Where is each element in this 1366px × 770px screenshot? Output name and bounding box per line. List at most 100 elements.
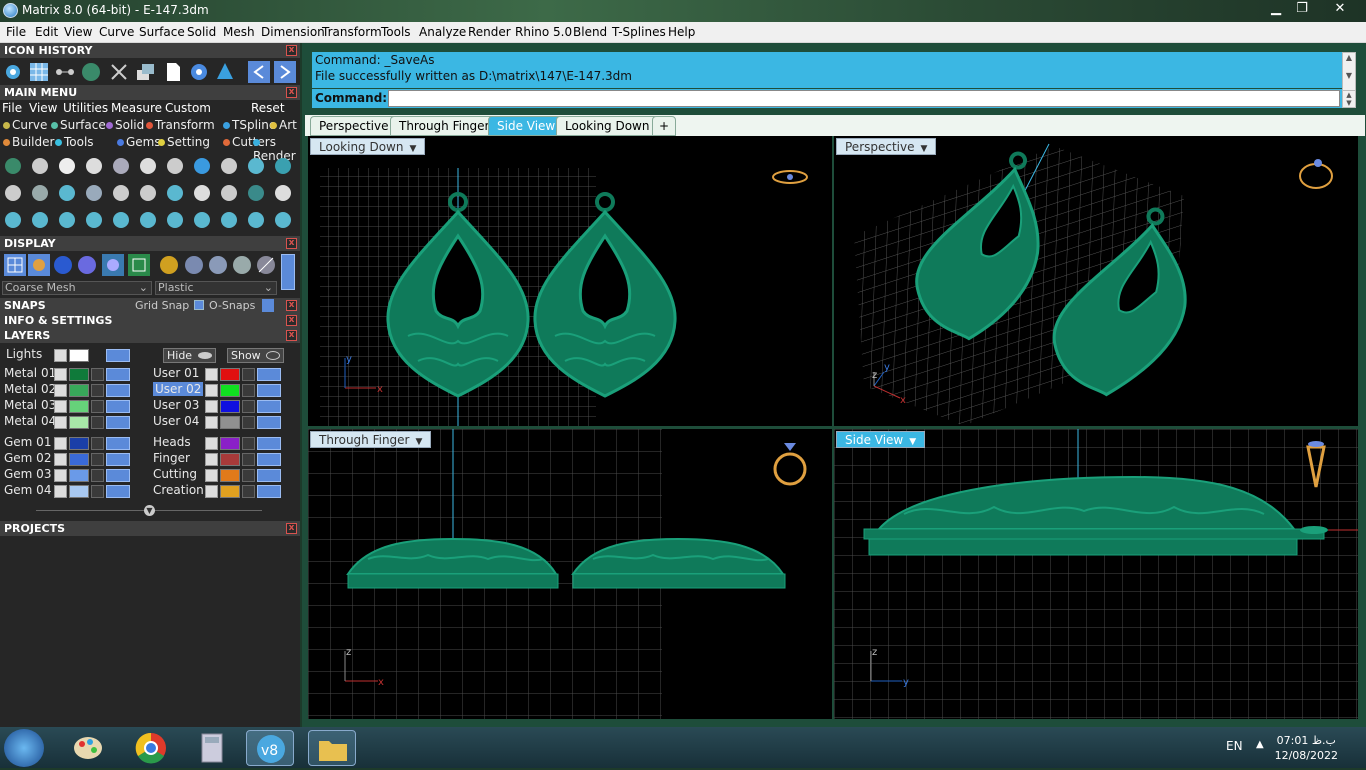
looking-down-canvas[interactable]: x y bbox=[308, 136, 832, 426]
lock-icon[interactable] bbox=[242, 416, 255, 429]
viewport-label-side-view[interactable]: Side View ▼ bbox=[836, 431, 926, 448]
mm-tab-view[interactable]: View bbox=[29, 101, 57, 115]
shaded-sphere-icon[interactable] bbox=[52, 254, 74, 276]
clapper-icon[interactable] bbox=[56, 182, 78, 204]
through-finger-canvas[interactable]: x z bbox=[308, 429, 832, 719]
back-arrow-icon[interactable] bbox=[248, 61, 270, 83]
expand-arrow-icon[interactable] bbox=[205, 416, 218, 429]
close-icon[interactable]: x bbox=[286, 523, 297, 534]
mirror-icon[interactable] bbox=[218, 209, 240, 231]
expand-arrow-icon[interactable] bbox=[54, 400, 67, 413]
category-solid[interactable]: Solid bbox=[106, 118, 144, 132]
start-button[interactable] bbox=[4, 729, 44, 767]
matrix-app-icon[interactable]: v8 bbox=[246, 730, 294, 766]
layer-name[interactable]: Metal 02 bbox=[4, 382, 56, 396]
arc-icon[interactable] bbox=[29, 209, 51, 231]
viewport-label-looking-down[interactable]: Looking Down ▼ bbox=[310, 138, 426, 155]
layer-name[interactable]: Creation bbox=[153, 483, 204, 497]
expand-arrow-icon[interactable] bbox=[205, 453, 218, 466]
menu-edit[interactable]: Edit bbox=[35, 25, 58, 39]
layer-color-swatch[interactable] bbox=[220, 453, 240, 466]
chevron-down-icon[interactable]: ▼ bbox=[416, 437, 423, 447]
layer-color-swatch[interactable] bbox=[220, 469, 240, 482]
split-icon[interactable] bbox=[83, 209, 105, 231]
tab-perspective[interactable]: Perspective bbox=[310, 116, 398, 136]
layer-visibility-toggle[interactable] bbox=[106, 469, 130, 482]
expand-arrow-icon[interactable] bbox=[54, 485, 67, 498]
display-header[interactable]: DISPLAY x bbox=[0, 236, 300, 251]
lights-toggle[interactable] bbox=[106, 349, 130, 362]
lock-icon[interactable] bbox=[91, 469, 104, 482]
move-icon[interactable] bbox=[110, 209, 132, 231]
layer-visibility-toggle[interactable] bbox=[257, 437, 281, 450]
snaps-slider[interactable] bbox=[262, 299, 274, 312]
expand-arrow-icon[interactable] bbox=[54, 384, 67, 397]
ring-view-icon[interactable] bbox=[1299, 159, 1333, 189]
layer-visibility-toggle[interactable] bbox=[257, 368, 281, 381]
globe-icon[interactable] bbox=[245, 182, 267, 204]
mm-tab-utilities[interactable]: Utilities bbox=[63, 101, 108, 115]
chain-icon[interactable] bbox=[29, 182, 51, 204]
lock-icon[interactable] bbox=[242, 368, 255, 381]
expand-arrow-icon[interactable] bbox=[54, 437, 67, 450]
bolt-icon[interactable] bbox=[191, 155, 213, 177]
layer-color-swatch[interactable] bbox=[69, 368, 89, 381]
nodes-icon[interactable] bbox=[54, 61, 76, 83]
chrome-sphere-icon[interactable] bbox=[183, 254, 205, 276]
chevron-down-icon[interactable]: ▼ bbox=[909, 437, 916, 447]
sphere-icon[interactable] bbox=[80, 61, 102, 83]
lock-icon[interactable] bbox=[91, 400, 104, 413]
logo-icon[interactable] bbox=[137, 182, 159, 204]
menu-blend[interactable]: Blend bbox=[573, 25, 607, 39]
figure-icon[interactable] bbox=[28, 254, 50, 276]
expand-arrow-icon[interactable] bbox=[54, 469, 67, 482]
layer-visibility-toggle[interactable] bbox=[106, 400, 130, 413]
cut-icon[interactable] bbox=[110, 155, 132, 177]
align-icon[interactable] bbox=[137, 209, 159, 231]
tab-looking-down[interactable]: Looking Down bbox=[556, 116, 659, 136]
side-view-canvas[interactable]: y z bbox=[834, 429, 1358, 719]
layer-visibility-toggle[interactable] bbox=[257, 416, 281, 429]
forward-arrow-icon[interactable] bbox=[274, 61, 296, 83]
tab-through-finger[interactable]: Through Finger bbox=[390, 116, 499, 136]
viewport-label-through-finger[interactable]: Through Finger ▼ bbox=[310, 431, 432, 448]
command-spinner[interactable]: ▲ ▼ bbox=[1342, 90, 1356, 108]
new-file-icon[interactable] bbox=[162, 61, 184, 83]
gear-2-icon[interactable] bbox=[191, 182, 213, 204]
layer-name[interactable]: Metal 01 bbox=[4, 366, 56, 380]
menu-solid[interactable]: Solid bbox=[187, 25, 216, 39]
viewport-label-perspective[interactable]: Perspective ▼ bbox=[836, 138, 937, 155]
paste-icon[interactable] bbox=[110, 182, 132, 204]
menu-view[interactable]: View bbox=[64, 25, 92, 39]
layer-color-swatch[interactable] bbox=[220, 368, 240, 381]
close-icon[interactable]: x bbox=[286, 238, 297, 249]
expand-arrow-icon[interactable] bbox=[205, 485, 218, 498]
close-icon[interactable]: x bbox=[286, 315, 297, 326]
layer-name[interactable]: User 03 bbox=[153, 398, 199, 412]
layer-color-swatch[interactable] bbox=[220, 437, 240, 450]
viewport-looking-down[interactable]: x y Looking Down ▼ bbox=[308, 136, 832, 426]
layer-color-swatch[interactable] bbox=[69, 437, 89, 450]
layer-color-swatch[interactable] bbox=[220, 416, 240, 429]
droplet-icon[interactable] bbox=[29, 155, 51, 177]
menu-tools[interactable]: Tools bbox=[381, 25, 411, 39]
layer-name[interactable]: Gem 02 bbox=[4, 451, 51, 465]
lock-icon[interactable] bbox=[242, 453, 255, 466]
tab-add[interactable]: + bbox=[652, 116, 677, 136]
mesh-select[interactable]: Coarse Mesh ⌄ bbox=[2, 281, 152, 295]
wireframe-icon[interactable] bbox=[4, 254, 26, 276]
menu-transform[interactable]: Transform bbox=[322, 25, 382, 39]
cone-icon[interactable] bbox=[214, 61, 236, 83]
lock-icon[interactable] bbox=[91, 368, 104, 381]
layer-name[interactable]: Cutting bbox=[153, 467, 197, 481]
layer-name[interactable]: User 01 bbox=[153, 366, 199, 380]
layer-name[interactable]: Heads bbox=[153, 435, 191, 449]
language-indicator[interactable]: EN bbox=[1226, 739, 1243, 753]
category-gems[interactable]: Gems bbox=[117, 135, 161, 149]
category-art[interactable]: Art bbox=[270, 118, 297, 132]
maximize-button[interactable]: ❐ bbox=[1288, 0, 1316, 20]
sphere-icon[interactable] bbox=[272, 155, 294, 177]
bucket-icon[interactable] bbox=[83, 155, 105, 177]
layer-visibility-toggle[interactable] bbox=[106, 416, 130, 429]
chevron-down-icon[interactable]: ▼ bbox=[409, 144, 416, 154]
